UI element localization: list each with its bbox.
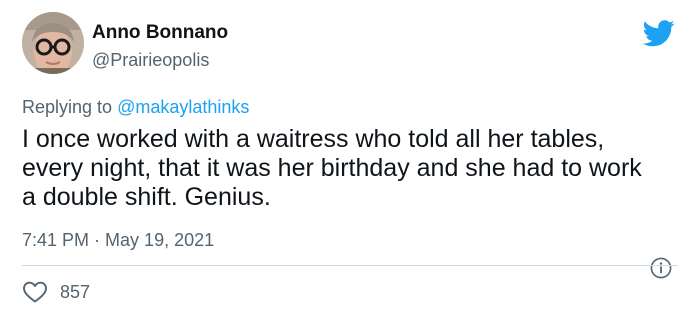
avatar-photo [22,12,84,74]
author-display-name[interactable]: Anno Bonnano [92,22,228,44]
reply-mention-link[interactable]: @makaylathinks [117,97,249,117]
like-button[interactable]: 857 [22,280,90,304]
twitter-bird-icon[interactable] [643,20,675,47]
tweet-date: May 19, 2021 [105,230,215,250]
avatar[interactable] [22,12,84,74]
divider [22,265,678,266]
heart-icon [23,281,47,303]
tweet-time: 7:41 PM [22,230,90,250]
replying-to-label: Replying to [22,97,118,117]
timestamp-separator: · [89,230,106,250]
tweet-card: Anno Bonnano @Prairieopolis Replying to … [0,0,700,319]
replying-to-line: Replying to @makaylathinks [22,97,249,118]
author-handle[interactable]: @Prairieopolis [92,50,209,71]
tweet-timestamp[interactable]: 7:41 PM · May 19, 2021 [22,230,214,251]
info-icon[interactable] [650,257,672,279]
tweet-text: I once worked with a waitress who told a… [22,125,642,211]
like-count: 857 [60,281,91,302]
